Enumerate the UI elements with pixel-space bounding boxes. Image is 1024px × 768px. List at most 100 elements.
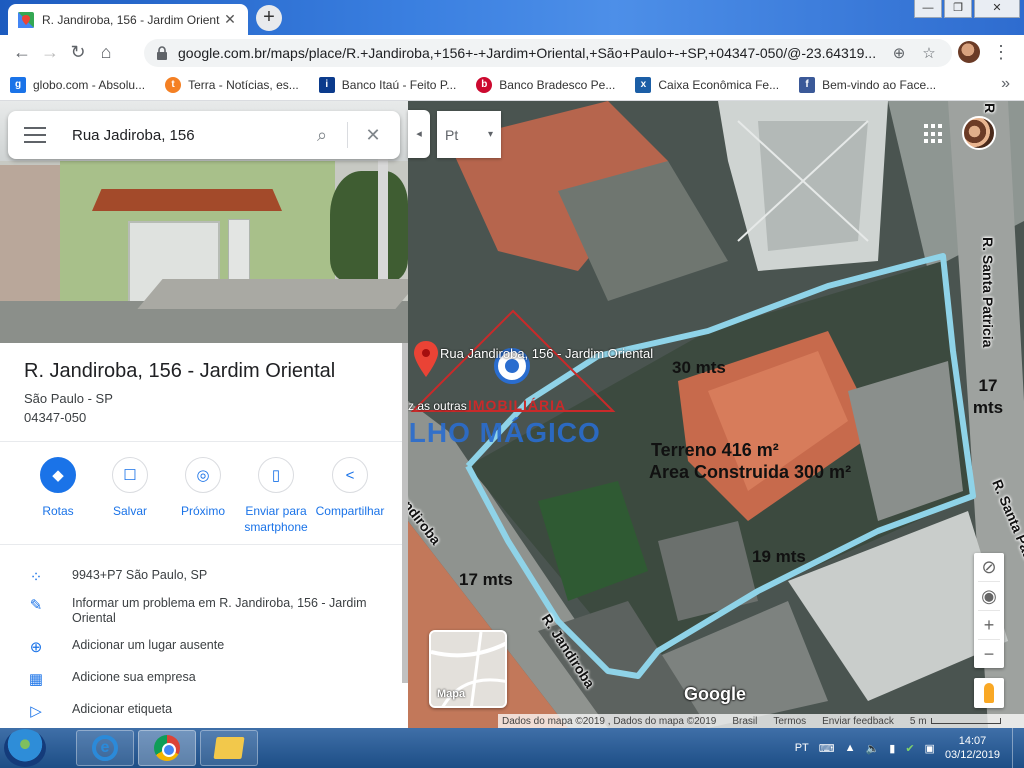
- add-label-row[interactable]: ▷ Adicionar etiqueta: [0, 702, 404, 720]
- phone-icon: ▯: [258, 457, 294, 493]
- add-business-row[interactable]: ▦ Adicione sua empresa: [0, 670, 404, 688]
- menu-hamburger-icon[interactable]: [24, 127, 46, 143]
- search-input[interactable]: Rua Jadiroba, 156: [72, 127, 307, 144]
- map-attribution: Dados do mapa ©2019 , Dados do mapa ©201…: [498, 714, 1024, 728]
- photo-pole: [378, 141, 388, 281]
- label-icon: ▷: [30, 703, 42, 720]
- nearby-button[interactable]: ◎ Próximo: [167, 457, 239, 519]
- bookmark-star-icon[interactable]: ☆: [918, 44, 940, 62]
- account-avatar[interactable]: [962, 116, 996, 150]
- show-hidden-icons[interactable]: ▲: [845, 742, 856, 754]
- bookmark-globo[interactable]: g globo.com - Absolu...: [10, 76, 146, 93]
- forward-arrow-icon[interactable]: →: [36, 38, 64, 66]
- bookmark-caixa[interactable]: x Caixa Econômica Fe...: [635, 76, 780, 93]
- share-label: Compartilhar: [315, 504, 385, 518]
- directions-label: Rotas: [42, 504, 74, 518]
- keyboard-icon[interactable]: ⌨: [819, 742, 835, 755]
- clock[interactable]: 14:07 03/12/2019: [945, 734, 1000, 762]
- clock-time: 14:07: [958, 735, 987, 747]
- dimension-left-label: 17 mts: [459, 570, 513, 589]
- share-icon: <: [332, 457, 368, 493]
- tab-title: R. Jandiroba, 156 - Jardim Orient: [42, 12, 220, 27]
- street-view-thumbnail[interactable]: Pt ▾: [437, 111, 501, 158]
- send-feedback-link[interactable]: Enviar feedback: [822, 716, 894, 727]
- terra-icon: t: [165, 76, 182, 93]
- save-button[interactable]: ☐ Salvar: [94, 457, 166, 519]
- pegman-button[interactable]: [974, 678, 1004, 708]
- show-desktop-button[interactable]: [1012, 728, 1024, 768]
- street-label-santa-patricia: R. Santa Patricia: [980, 237, 996, 348]
- bookmark-label: Banco Itaú - Feito P...: [341, 77, 457, 92]
- new-tab-button[interactable]: +: [256, 5, 282, 31]
- terms-link[interactable]: Termos: [773, 716, 806, 727]
- save-label: Salvar: [112, 504, 147, 518]
- system-tray: PT ⌨ ▲ 🔈 ▮ ✔ ▣ 14:07 03/12/2019: [795, 728, 1024, 768]
- menu-dots-icon[interactable]: ⋮: [990, 41, 1012, 63]
- internet-explorer-taskbar-button[interactable]: e: [76, 730, 134, 766]
- report-problem-row[interactable]: ✎ Informar um problema em R. Jandiroba, …: [0, 596, 404, 626]
- minimize-button[interactable]: —: [914, 0, 942, 18]
- directions-button[interactable]: ◆ Rotas: [22, 457, 94, 519]
- internet-explorer-icon: e: [92, 735, 118, 761]
- land-area-label: Terreno 416 m²: [651, 440, 779, 460]
- itau-icon: i: [318, 76, 335, 93]
- search-box[interactable]: Rua Jadiroba, 156 ⌕ ✕: [8, 111, 400, 159]
- search-icon[interactable]: ⌕: [307, 125, 337, 146]
- scale-bar: [930, 718, 1001, 724]
- map-layer-toggle[interactable]: Mapa: [429, 630, 507, 708]
- action-center-icon[interactable]: ▣: [925, 742, 935, 755]
- my-location-icon[interactable]: ◉: [974, 582, 1004, 610]
- reload-icon[interactable]: ↻: [64, 38, 92, 66]
- photo-roof: [92, 189, 282, 211]
- explorer-taskbar-button[interactable]: [200, 730, 258, 766]
- google-logo: Google: [684, 684, 746, 704]
- clear-search-icon[interactable]: ✕: [358, 125, 388, 146]
- close-window-button[interactable]: ✕: [974, 0, 1020, 18]
- windows-taskbar: e PT ⌨ ▲ 🔈 ▮ ✔ ▣ 14:07 03/12/2019: [0, 728, 1024, 768]
- start-button[interactable]: [4, 729, 46, 767]
- send-to-phone-button[interactable]: ▯ Enviar para smartphone: [240, 457, 312, 535]
- directions-icon: ◆: [40, 457, 76, 493]
- place-pin-label[interactable]: Rua Jandiroba, 156 - Jardim Oriental: [440, 347, 653, 361]
- network-icon[interactable]: ▮: [889, 742, 895, 755]
- zoom-out-button[interactable]: −: [974, 640, 1004, 668]
- back-arrow-icon[interactable]: ←: [8, 38, 36, 66]
- pencil-icon: ✎: [29, 597, 43, 614]
- google-maps-favicon-icon: [18, 11, 34, 28]
- language-indicator[interactable]: PT: [795, 742, 809, 754]
- add-icon[interactable]: ⊕: [888, 44, 910, 62]
- bookmark-facebook[interactable]: f Bem-vindo ao Face...: [799, 76, 936, 93]
- scale-label[interactable]: 5 m: [910, 716, 927, 727]
- profile-avatar[interactable]: [958, 41, 980, 63]
- bookmark-bradesco[interactable]: b Banco Bradesco Pe...: [476, 76, 616, 93]
- bookmark-label: Banco Bradesco Pe...: [499, 77, 616, 92]
- maximize-button[interactable]: ❐: [944, 0, 972, 18]
- zoom-in-button[interactable]: +: [974, 611, 1004, 639]
- home-icon[interactable]: ⌂: [92, 38, 120, 66]
- update-icon[interactable]: ✔: [905, 742, 914, 755]
- browser-tab[interactable]: R. Jandiroba, 156 - Jardim Orient ✕: [8, 4, 248, 35]
- plus-code-row[interactable]: ⁘ 9943+P7 São Paulo, SP: [0, 568, 404, 586]
- pegman-icon: [984, 682, 994, 703]
- chrome-taskbar-button[interactable]: [138, 730, 196, 766]
- nearby-label: Próximo: [180, 504, 225, 518]
- google-apps-icon[interactable]: [924, 124, 944, 144]
- storefront-icon: ▦: [28, 671, 44, 688]
- bookmark-itau[interactable]: i Banco Itaú - Feito P...: [318, 76, 457, 93]
- country-link[interactable]: Brasil: [732, 716, 757, 727]
- nearby-icon: ◎: [185, 457, 221, 493]
- share-button[interactable]: < Compartilhar: [313, 457, 387, 519]
- volume-icon[interactable]: 🔈: [866, 742, 880, 755]
- add-label-text: Adicionar etiqueta: [72, 702, 173, 716]
- bookmark-label: Caixa Econômica Fe...: [658, 77, 780, 92]
- collapse-panel-button[interactable]: ◂: [408, 110, 430, 158]
- map-controls: ⊘ ◉ + −: [974, 553, 1004, 668]
- tab-close-icon[interactable]: ✕: [222, 11, 238, 28]
- bookmark-terra[interactable]: t Terra - Notícias, es...: [165, 76, 299, 93]
- more-bookmarks-icon[interactable]: »: [1001, 75, 1010, 93]
- add-place-row[interactable]: ⊕ Adicionar um lugar ausente: [0, 638, 404, 656]
- bookmark-label: globo.com - Absolu...: [33, 77, 146, 92]
- address-bar[interactable]: google.com.br/maps/place/R.+Jandiroba,+1…: [144, 39, 952, 67]
- divider: [0, 441, 404, 442]
- rotate-icon[interactable]: ⊘: [974, 553, 1004, 581]
